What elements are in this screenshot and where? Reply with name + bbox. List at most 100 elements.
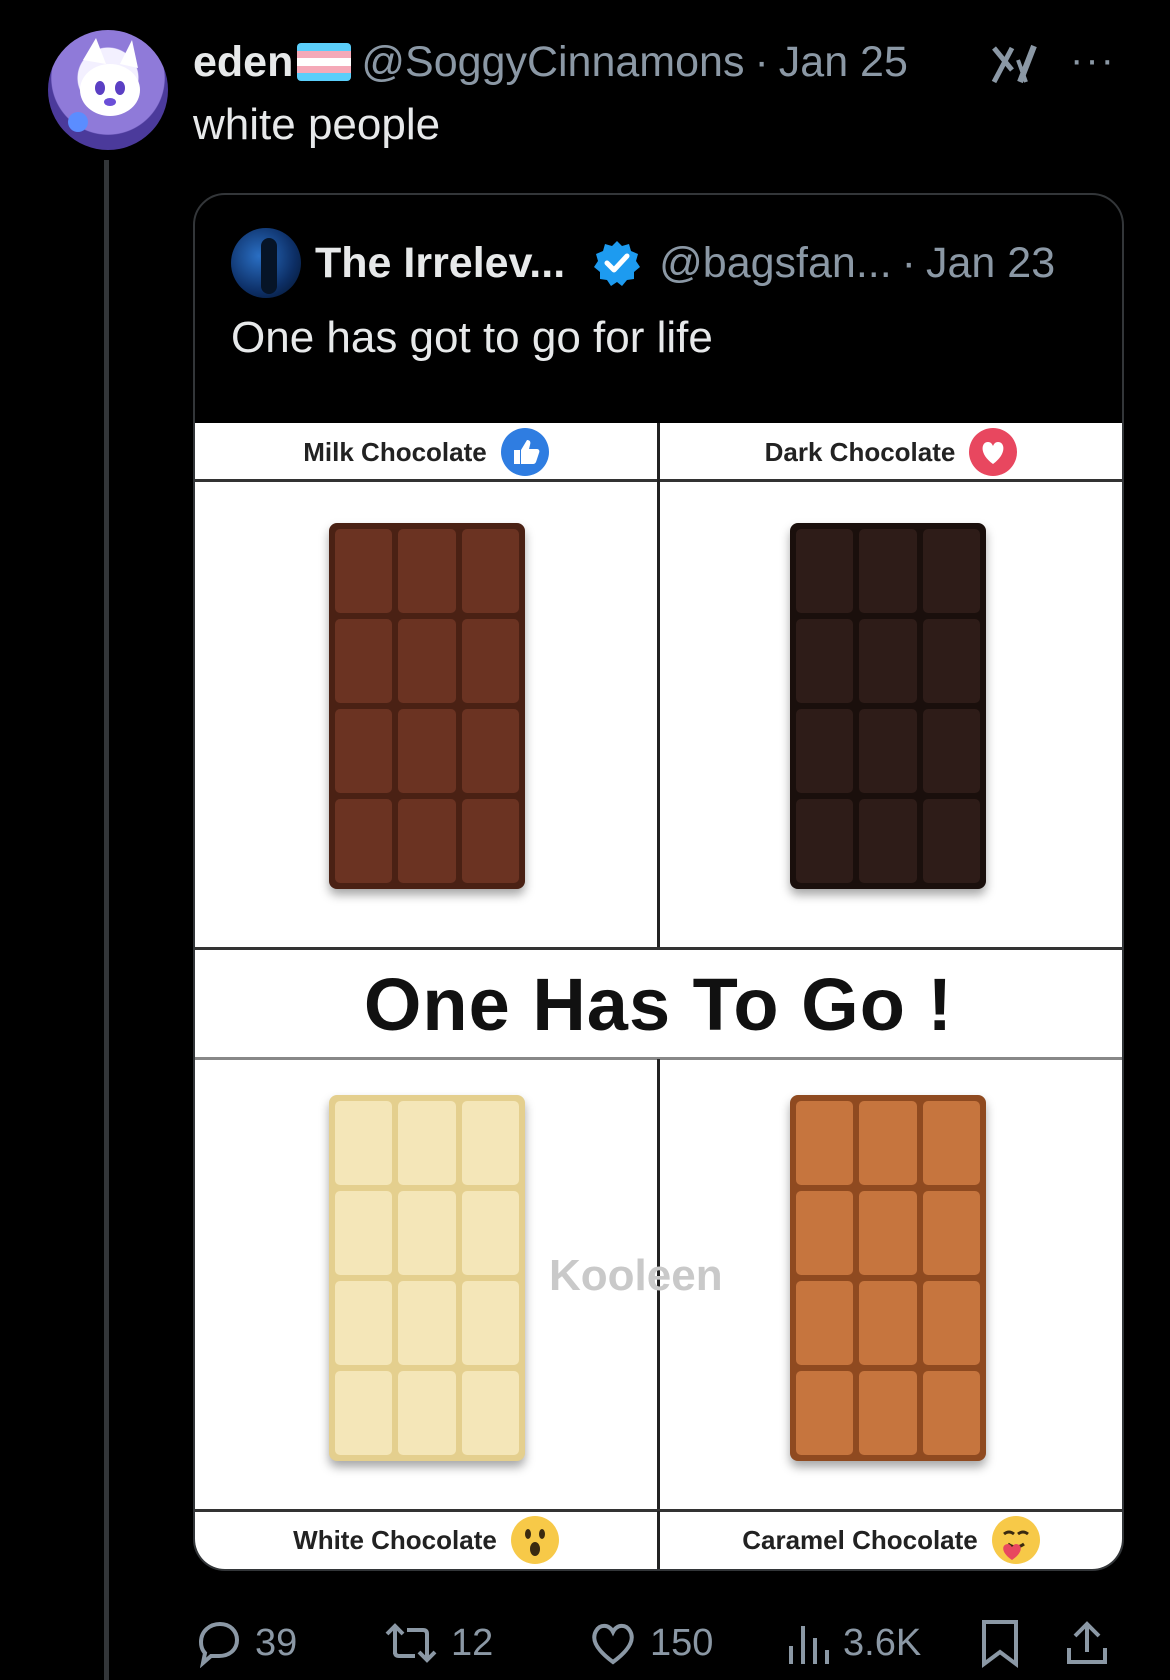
bar-square bbox=[335, 1371, 393, 1455]
bar-square bbox=[922, 1191, 980, 1275]
bar-square bbox=[859, 1191, 917, 1275]
label-caramel-chocolate: Caramel Chocolate bbox=[660, 1511, 1122, 1569]
bar-square bbox=[335, 1281, 393, 1365]
bar-square bbox=[859, 1101, 917, 1185]
separator-dot: · bbox=[754, 37, 769, 86]
white-chocolate-bar bbox=[329, 1095, 525, 1461]
flag-stripe bbox=[297, 73, 352, 81]
bar-square bbox=[859, 619, 917, 703]
bar-square bbox=[859, 1281, 917, 1365]
bar-square bbox=[398, 1371, 456, 1455]
views-count: 3.6K bbox=[843, 1621, 922, 1664]
milk-chocolate-bar bbox=[329, 523, 525, 889]
flag-stripe bbox=[297, 65, 352, 74]
dark-chocolate-bar bbox=[790, 523, 986, 889]
bar-square bbox=[796, 709, 854, 793]
views-button[interactable]: 3.6K bbox=[785, 1618, 921, 1668]
bookmark-icon bbox=[982, 1620, 1018, 1668]
bar-square bbox=[461, 529, 519, 613]
bar-square bbox=[335, 619, 393, 703]
divider bbox=[657, 1511, 660, 1569]
bar-square bbox=[922, 1371, 980, 1455]
bar-square bbox=[335, 1191, 393, 1275]
watermark-text: Kooleen bbox=[549, 1251, 723, 1300]
caramel-chocolate-bar bbox=[790, 1095, 986, 1461]
author-avatar[interactable] bbox=[48, 30, 168, 150]
bar-square bbox=[796, 619, 854, 703]
retweet-icon bbox=[385, 1623, 437, 1663]
quoted-tweet-text: One has got to go for life bbox=[231, 313, 713, 362]
tweet-date[interactable]: Jan 25 bbox=[779, 38, 908, 87]
bar-square bbox=[398, 709, 456, 793]
bar-square bbox=[922, 709, 980, 793]
separator-dot: · bbox=[901, 238, 916, 287]
bar-square bbox=[796, 1281, 854, 1365]
thread-line bbox=[104, 160, 109, 1680]
meme-title: One Has To Go ! bbox=[363, 962, 954, 1046]
grok-icon[interactable] bbox=[990, 40, 1040, 90]
tweet-text: white people bbox=[193, 100, 441, 149]
bar-square bbox=[859, 799, 917, 883]
milk-chocolate-text: Milk Chocolate bbox=[303, 436, 487, 467]
bar-square bbox=[922, 529, 980, 613]
reply-icon bbox=[198, 1621, 240, 1668]
heart-icon bbox=[592, 1623, 634, 1665]
bar-square bbox=[335, 799, 393, 883]
quoted-tweet-header: The Irrelev... @bagsfan... · Jan 23 bbox=[231, 228, 1056, 298]
bar-square bbox=[859, 709, 917, 793]
flag-stripe bbox=[297, 50, 352, 59]
bar-square bbox=[461, 1191, 519, 1275]
bar-square bbox=[461, 799, 519, 883]
bar-square bbox=[922, 799, 980, 883]
action-bar: 39 12 150 3.6K bbox=[193, 1618, 1123, 1674]
bar-square bbox=[461, 1281, 519, 1365]
bar-square bbox=[335, 709, 393, 793]
trans-flag-emoji bbox=[297, 43, 352, 81]
divider bbox=[657, 423, 660, 949]
bar-square bbox=[796, 1191, 854, 1275]
heart-reaction-icon bbox=[969, 428, 1018, 476]
caramel-chocolate-text: Caramel Chocolate bbox=[742, 1524, 978, 1555]
label-milk-chocolate: Milk Chocolate bbox=[195, 423, 657, 481]
flag-stripe bbox=[297, 43, 352, 51]
quoted-author-handle: @bagsfan... bbox=[659, 238, 892, 287]
label-white-chocolate: White Chocolate bbox=[195, 1511, 657, 1569]
share-button[interactable] bbox=[1063, 1618, 1123, 1668]
bar-square bbox=[859, 1371, 917, 1455]
bar-square bbox=[796, 1101, 854, 1185]
author-name[interactable]: eden bbox=[193, 38, 293, 87]
bookmark-button[interactable] bbox=[978, 1618, 1034, 1668]
bar-square bbox=[398, 799, 456, 883]
white-chocolate-text: White Chocolate bbox=[293, 1524, 497, 1555]
bar-square bbox=[335, 1101, 393, 1185]
bar-square bbox=[398, 1101, 456, 1185]
flag-stripe bbox=[297, 58, 352, 66]
tweet-header: eden @SoggyCinnamons · Jan 25 bbox=[193, 34, 908, 90]
meme-image[interactable]: Milk Chocolate Dark Chocolate One Has To… bbox=[195, 423, 1122, 1569]
bar-square bbox=[922, 1101, 980, 1185]
views-icon bbox=[789, 1626, 829, 1664]
more-options-icon[interactable]: ··· bbox=[1070, 40, 1116, 80]
bar-square bbox=[398, 619, 456, 703]
verified-badge-icon bbox=[594, 241, 641, 286]
reply-count: 39 bbox=[255, 1621, 298, 1664]
quoted-author-avatar bbox=[231, 228, 301, 298]
bar-square bbox=[398, 529, 456, 613]
quoted-tweet-date: Jan 23 bbox=[926, 238, 1056, 287]
bar-square bbox=[859, 529, 917, 613]
bar-square bbox=[922, 1281, 980, 1365]
dark-chocolate-text: Dark Chocolate bbox=[764, 436, 956, 467]
bar-square bbox=[796, 1371, 854, 1455]
bar-square bbox=[796, 529, 854, 613]
reply-button[interactable]: 39 bbox=[193, 1618, 297, 1668]
care-face-icon bbox=[991, 1516, 1040, 1564]
bar-square bbox=[461, 1371, 519, 1455]
share-icon bbox=[1067, 1621, 1107, 1664]
quoted-author-name: The Irrelev... bbox=[315, 238, 566, 287]
quoted-tweet-card[interactable]: The Irrelev... @bagsfan... · Jan 23 One … bbox=[193, 193, 1124, 1571]
author-handle[interactable]: @SoggyCinnamons bbox=[361, 38, 744, 87]
label-dark-chocolate: Dark Chocolate bbox=[660, 423, 1122, 481]
bar-square bbox=[796, 799, 854, 883]
retweet-button[interactable]: 12 bbox=[383, 1618, 493, 1668]
like-button[interactable]: 150 bbox=[588, 1618, 713, 1668]
